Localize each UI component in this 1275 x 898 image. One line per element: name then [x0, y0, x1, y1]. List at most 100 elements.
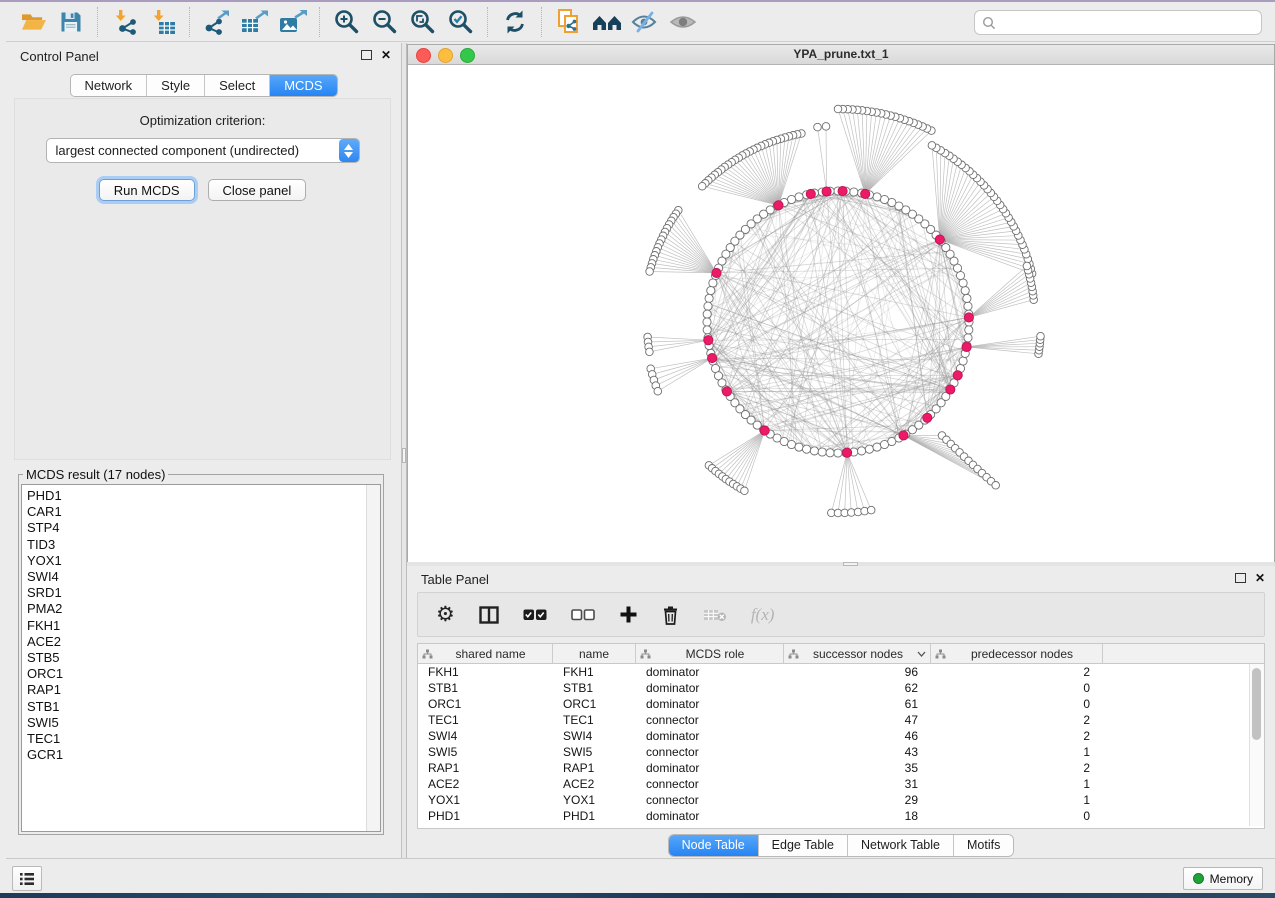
close-panel-icon[interactable]: ✕ — [381, 50, 391, 60]
window-close-traffic-light[interactable] — [416, 48, 431, 63]
table-cell: FKH1 — [553, 664, 636, 680]
mcds-result-item[interactable]: CAR1 — [27, 504, 380, 520]
table-row[interactable]: ACE2ACE2connector311 — [418, 776, 1264, 792]
column-header-successor-nodes[interactable]: successor nodes — [784, 644, 931, 663]
window-minimize-traffic-light[interactable] — [438, 48, 453, 63]
table-scrollbar[interactable] — [1249, 664, 1264, 826]
open-folder-icon — [20, 10, 47, 33]
mcds-result-item[interactable]: GCR1 — [27, 747, 380, 763]
first-neighbors-button[interactable] — [590, 6, 624, 38]
select-all-columns-icon[interactable] — [523, 609, 547, 621]
table-cell: FKH1 — [418, 664, 553, 680]
toolbar-separator — [189, 7, 191, 37]
mcds-result-item[interactable]: SWI4 — [27, 569, 380, 585]
close-table-panel-icon[interactable]: ✕ — [1255, 573, 1265, 583]
shared-column-icon — [640, 649, 651, 659]
table-row[interactable]: STB1STB1dominator620 — [418, 680, 1264, 696]
table-row[interactable]: PHD1PHD1dominator180 — [418, 808, 1264, 824]
tab-network-table[interactable]: Network Table — [848, 835, 954, 856]
table-row[interactable]: TEC1TEC1connector472 — [418, 712, 1264, 728]
table-cell: 0 — [931, 696, 1103, 712]
close-panel-button[interactable]: Close panel — [208, 179, 307, 201]
memory-button[interactable]: Memory — [1183, 867, 1263, 890]
table-scrollbar-thumb[interactable] — [1252, 668, 1261, 740]
table-settings-icon[interactable]: ⚙ — [436, 604, 455, 625]
mcds-result-item[interactable]: TEC1 — [27, 731, 380, 747]
mcds-result-item[interactable]: RAP1 — [27, 682, 380, 698]
refresh-view-button[interactable] — [498, 6, 532, 38]
export-network-icon — [203, 9, 231, 35]
table-cell: dominator — [636, 696, 784, 712]
mcds-result-scrollbar[interactable] — [366, 485, 380, 831]
table-cell — [1103, 792, 1264, 808]
mcds-result-item[interactable]: STP4 — [27, 520, 380, 536]
open-file-button[interactable] — [16, 6, 50, 38]
window-zoom-traffic-light[interactable] — [460, 48, 475, 63]
column-header-name[interactable]: name — [553, 644, 636, 663]
new-network-from-selection-button[interactable] — [552, 6, 586, 38]
mcds-result-listbox: PHD1CAR1STP4TID3YOX1SWI4SRD1PMA2FKH1ACE2… — [21, 484, 381, 832]
mcds-result-item[interactable]: YOX1 — [27, 553, 380, 569]
export-image-button[interactable] — [276, 6, 310, 38]
float-table-panel-icon[interactable] — [1235, 573, 1246, 583]
table-row[interactable]: SWI5SWI5connector431 — [418, 744, 1264, 760]
mcds-result-item[interactable]: STB5 — [27, 650, 380, 666]
mcds-result-item[interactable]: PMA2 — [27, 601, 380, 617]
table-cell: RAP1 — [553, 760, 636, 776]
table-cell: 62 — [784, 680, 931, 696]
mcds-result-item[interactable]: ORC1 — [27, 666, 380, 682]
import-network-button[interactable] — [108, 6, 142, 38]
optimization-criterion-value: largest connected component (undirected) — [47, 143, 339, 158]
tab-edge-table[interactable]: Edge Table — [759, 835, 848, 856]
show-all-hidden-button[interactable] — [666, 6, 700, 38]
table-cell: connector — [636, 776, 784, 792]
mcds-result-item[interactable]: PHD1 — [27, 488, 380, 504]
mcds-result-item[interactable]: SWI5 — [27, 715, 380, 731]
table-row[interactable]: ORC1ORC1dominator610 — [418, 696, 1264, 712]
tab-style[interactable]: Style — [147, 75, 205, 96]
export-table-button[interactable] — [238, 6, 272, 38]
hide-selected-button[interactable] — [628, 6, 662, 38]
search-box[interactable] — [974, 10, 1262, 35]
table-panel: Table Panel ✕ ⚙ — [407, 566, 1275, 858]
network-canvas[interactable] — [408, 65, 1274, 562]
tab-select[interactable]: Select — [205, 75, 270, 96]
mcds-result-item[interactable]: SRD1 — [27, 585, 380, 601]
table-row[interactable]: YOX1YOX1connector291 — [418, 792, 1264, 808]
table-row[interactable]: SWI4SWI4dominator462 — [418, 728, 1264, 744]
mcds-result-item[interactable]: STB1 — [27, 699, 380, 715]
mcds-result-item[interactable]: FKH1 — [27, 618, 380, 634]
vertical-splitter-handle[interactable] — [402, 448, 406, 463]
run-mcds-button[interactable]: Run MCDS — [99, 179, 195, 201]
table-row[interactable]: RAP1RAP1dominator352 — [418, 760, 1264, 776]
tab-node-table[interactable]: Node Table — [669, 835, 759, 856]
split-panel-icon[interactable] — [479, 606, 499, 624]
tab-motifs[interactable]: Motifs — [954, 835, 1013, 856]
tab-mcds[interactable]: MCDS — [270, 75, 336, 96]
zoom-in-button[interactable] — [330, 6, 364, 38]
column-header-predecessor-nodes[interactable]: predecessor nodes — [931, 644, 1103, 663]
zoom-selected-button[interactable] — [444, 6, 478, 38]
save-session-button[interactable] — [54, 6, 88, 38]
shared-column-icon — [422, 649, 433, 659]
column-header-mcds-role[interactable]: MCDS role — [636, 644, 784, 663]
mcds-options-panel: Optimization criterion: largest connecte… — [14, 98, 391, 460]
delete-column-icon[interactable] — [662, 605, 679, 625]
zoom-fit-button[interactable] — [406, 6, 440, 38]
deselect-all-columns-icon[interactable] — [571, 609, 595, 621]
optimization-criterion-select[interactable]: largest connected component (undirected) — [46, 138, 360, 163]
table-cell: 43 — [784, 744, 931, 760]
float-panel-icon[interactable] — [361, 50, 372, 60]
zoom-out-button[interactable] — [368, 6, 402, 38]
mcds-result-item[interactable]: TID3 — [27, 537, 380, 553]
mcds-result-item[interactable]: ACE2 — [27, 634, 380, 650]
task-history-button[interactable] — [12, 866, 42, 891]
table-row[interactable]: FKH1FKH1dominator962 — [418, 664, 1264, 680]
export-network-button[interactable] — [200, 6, 234, 38]
import-table-button[interactable] — [146, 6, 180, 38]
add-column-icon[interactable] — [619, 605, 638, 624]
tab-network[interactable]: Network — [70, 75, 147, 96]
table-cell: dominator — [636, 760, 784, 776]
search-input[interactable] — [1001, 15, 1261, 31]
column-header-shared-name[interactable]: shared name — [418, 644, 553, 663]
